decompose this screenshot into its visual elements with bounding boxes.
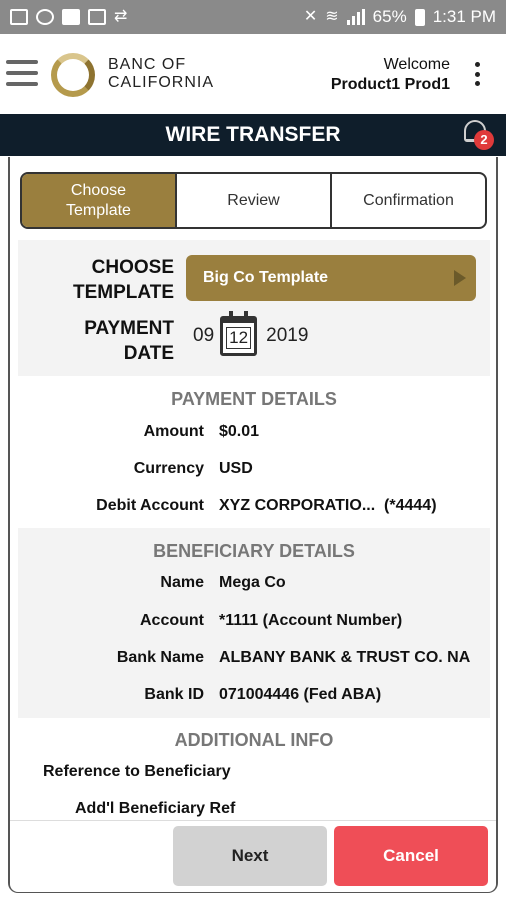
wifi-icon: ≋ <box>325 8 339 25</box>
choose-template-label: CHOOSE TEMPLATE <box>73 255 174 305</box>
tab-choose-template[interactable]: Choose Template <box>22 174 177 227</box>
welcome-text: Welcome <box>383 56 450 73</box>
menu-icon[interactable] <box>6 60 38 86</box>
template-value: Big Co Template <box>203 269 329 286</box>
app-header: BANC OF CALIFORNIA Welcome Product1 Prod… <box>0 34 506 114</box>
reference-label: Reference to Beneficiary <box>43 763 231 780</box>
tab-confirmation[interactable]: Confirmation <box>332 174 485 227</box>
tab-label: Choose Template <box>66 181 131 219</box>
title-bar: WIRE TRANSFER 2 <box>0 114 506 156</box>
user-name: Product1 Prod1 <box>330 76 450 93</box>
battery-percent: 65% <box>372 7 407 26</box>
payment-details-heading: PAYMENT DETAILS <box>171 389 337 409</box>
bank-id-value: 071004446 (Fed ABA) <box>219 686 382 703</box>
mute-icon: ✕ <box>303 8 318 25</box>
beneficiary-details-heading: BENEFICIARY DETAILS <box>153 541 355 561</box>
image-icon <box>88 9 106 25</box>
label-line: DATE <box>123 343 174 364</box>
beneficiary-name-value: Mega Co <box>219 574 286 591</box>
bank-logo-icon <box>51 53 95 97</box>
addl-ref-label: Add'l Beneficiary Ref <box>75 800 236 817</box>
bank-logo-text: BANC OF CALIFORNIA <box>108 56 214 92</box>
calendar-icon[interactable]: 12 <box>220 311 258 356</box>
bank-name-label: Bank Name <box>116 649 204 666</box>
currency-label: Currency <box>133 460 204 477</box>
bank-id-label: Bank ID <box>144 686 204 703</box>
status-icons-right: ✕ ≋ 65% 1:31 PM <box>304 7 496 27</box>
debit-account-label: Debit Account <box>96 497 204 514</box>
beneficiary-name-label: Name <box>160 574 204 591</box>
account-label: Account <box>140 612 204 629</box>
status-bar: ⇄ ✕ ≋ 65% 1:31 PM <box>0 0 506 34</box>
payment-date-label: PAYMENT DATE <box>84 316 174 366</box>
logo-line-2: CALIFORNIA <box>108 74 215 91</box>
date-day: 12 <box>226 327 252 349</box>
play-arrow-icon <box>454 270 466 286</box>
page-title: WIRE TRANSFER <box>165 123 341 146</box>
bank-name-value: ALBANY BANK & TRUST CO. NA <box>219 649 471 666</box>
logo-line-1: BANC OF <box>108 56 187 73</box>
tab-label: Confirmation <box>363 191 454 209</box>
additional-info-heading: ADDITIONAL INFO <box>174 730 334 750</box>
date-year: 2019 <box>266 325 309 346</box>
label-line: TEMPLATE <box>73 282 174 303</box>
payment-date-picker[interactable]: 09 12 2019 <box>193 311 309 359</box>
amount-value: $0.01 <box>219 423 260 440</box>
label-line: PAYMENT <box>84 318 174 339</box>
label-line: CHOOSE <box>91 257 174 278</box>
battery-icon <box>414 8 425 26</box>
amount-label: Amount <box>143 423 204 440</box>
welcome-block: Welcome Product1 Prod1 <box>331 55 450 95</box>
tab-review[interactable]: Review <box>177 174 332 227</box>
step-tabs: Choose Template Review Confirmation <box>20 172 487 229</box>
cancel-button[interactable]: Cancel <box>334 826 488 886</box>
clock: 1:31 PM <box>432 7 496 26</box>
sync-icon: ⇄ <box>114 8 128 25</box>
date-month: 09 <box>193 325 215 346</box>
tab-label: Review <box>227 191 280 209</box>
more-options-icon[interactable] <box>474 62 480 86</box>
speedometer-icon <box>36 9 54 25</box>
account-value: *1111 (Account Number) <box>219 612 403 629</box>
next-button[interactable]: Next <box>173 826 327 886</box>
clipboard-icon <box>62 9 80 25</box>
mail-icon <box>10 9 28 25</box>
status-icons-left: ⇄ <box>10 9 127 25</box>
debit-account-value: XYZ CORPORATIO... (*4444) <box>219 497 437 514</box>
notification-badge: 2 <box>474 130 494 150</box>
notifications-button[interactable]: 2 <box>460 118 494 152</box>
currency-value: USD <box>219 460 253 477</box>
signal-icon <box>346 9 365 25</box>
template-selector[interactable]: Big Co Template <box>186 255 476 301</box>
